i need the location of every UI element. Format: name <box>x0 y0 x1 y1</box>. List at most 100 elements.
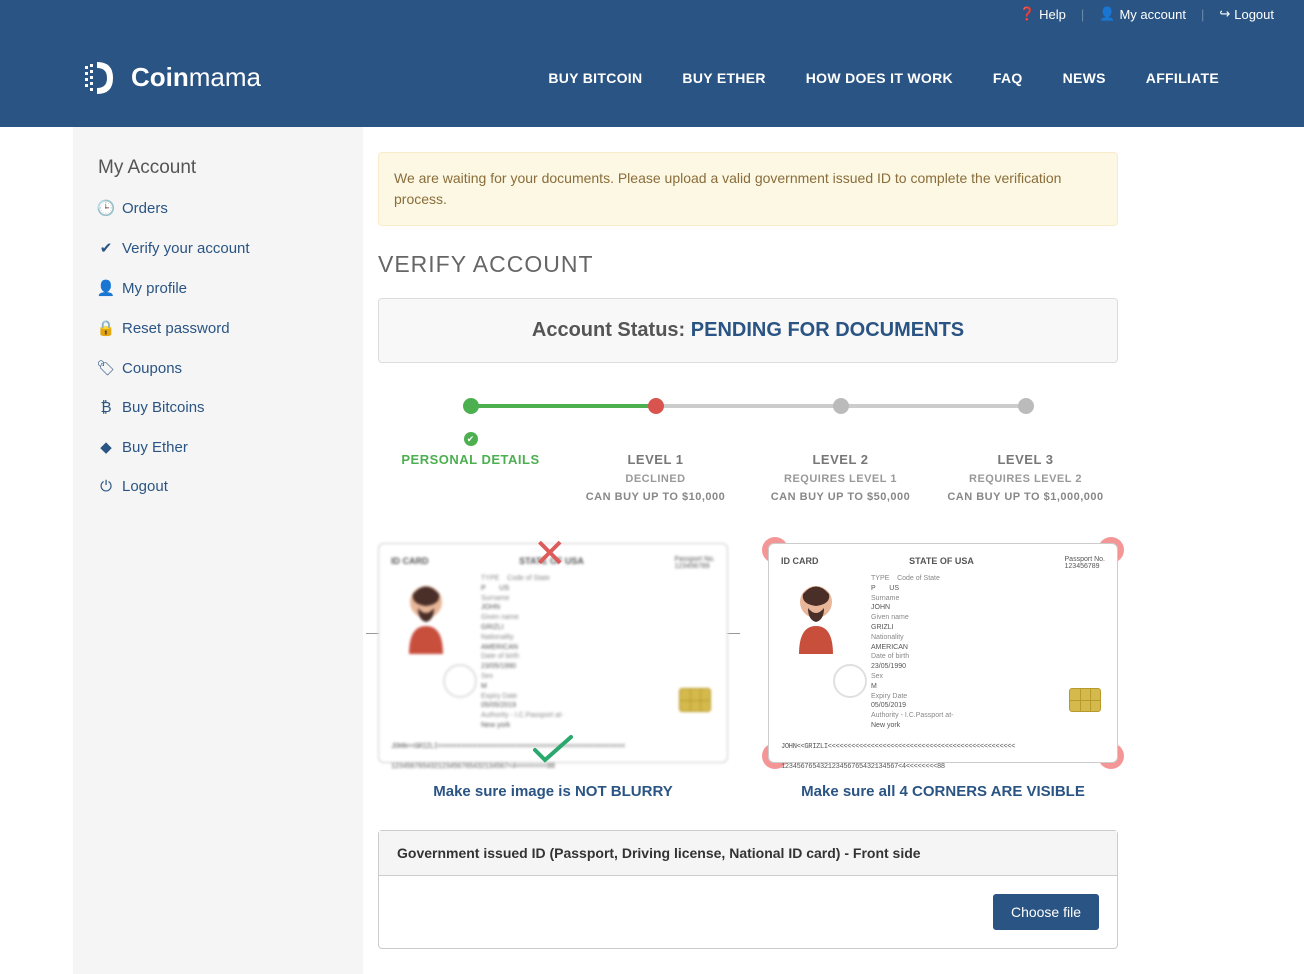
page-title: VERIFY ACCOUNT <box>378 251 1118 278</box>
step-title: LEVEL 3 <box>933 452 1118 467</box>
nav-buy-bitcoin[interactable]: BUY BITCOIN <box>548 70 642 86</box>
clock-icon: 🕒 <box>98 199 114 217</box>
step-dot <box>648 398 664 414</box>
lock-icon: 🔒 <box>98 319 114 337</box>
id-photo <box>781 574 851 654</box>
id-lbl: Passport No. <box>675 556 715 563</box>
seal-icon <box>833 664 867 698</box>
sidebar-label: My profile <box>122 280 187 297</box>
id-header-left: ID CARD <box>391 556 429 570</box>
id-header-left: ID CARD <box>781 556 819 570</box>
nav-how[interactable]: HOW DOES IT WORK <box>806 70 953 86</box>
pending-documents-alert: We are waiting for your documents. Pleas… <box>378 152 1118 226</box>
my-account-link[interactable]: 👤 My account <box>1099 6 1186 22</box>
logout-link[interactable]: ↪ Logout <box>1219 6 1274 22</box>
upload-title: Government issued ID (Passport, Driving … <box>379 831 1117 876</box>
sidebar-reset-password[interactable]: 🔒 Reset password <box>98 319 338 337</box>
step-title: LEVEL 1 <box>563 452 748 467</box>
id-examples: ✕ ID CARDSTATE OF USAPassport No.1234567… <box>378 543 1118 800</box>
sidebar-label: Verify your account <box>122 240 250 257</box>
help-label: Help <box>1039 7 1066 22</box>
status-value: PENDING FOR DOCUMENTS <box>691 319 964 341</box>
sidebar-label: Reset password <box>122 320 230 337</box>
check-icon: ✔ <box>98 239 114 257</box>
chip-icon <box>679 688 711 712</box>
main-nav: BUY BITCOIN BUY ETHER HOW DOES IT WORK F… <box>548 70 1219 86</box>
sidebar-label: Logout <box>122 478 168 495</box>
tag-icon: 🏷 <box>98 359 114 377</box>
sidebar-buy-bitcoins[interactable]: ₿ Buy Bitcoins <box>98 399 338 416</box>
sidebar-buy-ether[interactable]: ◆Buy Ether <box>98 438 338 456</box>
logo-text: Coinmama <box>131 62 261 93</box>
sidebar-label: Coupons <box>122 360 182 377</box>
id-lbl: Passport No. <box>1065 556 1105 563</box>
power-icon: ⏻ <box>98 478 114 495</box>
sidebar-title: My Account <box>98 157 338 179</box>
example-blurry: ✕ ID CARDSTATE OF USAPassport No.1234567… <box>378 543 728 800</box>
sidebar-verify[interactable]: ✔ Verify your account <box>98 239 338 257</box>
sidebar-orders[interactable]: 🕒 Orders <box>98 199 338 217</box>
step-level-2: LEVEL 2 REQUIRES LEVEL 1 CAN BUY UP TO $… <box>748 398 933 503</box>
account-status-box: Account Status: PENDING FOR DOCUMENTS <box>378 298 1118 363</box>
status-label: Account Status: <box>532 319 691 341</box>
user-icon: 👤 <box>1099 6 1115 22</box>
step-title: LEVEL 2 <box>748 452 933 467</box>
mrz-line: 123456765432123456765432134567<4<<<<<<<<… <box>781 763 1105 771</box>
verification-progress: ✔ PERSONAL DETAILS LEVEL 1 DECLINED CAN … <box>378 398 1118 503</box>
ethereum-icon: ◆ <box>98 438 114 456</box>
step-personal-details: ✔ PERSONAL DETAILS <box>378 398 563 503</box>
step-line <box>471 404 656 408</box>
example-caption: Make sure all 4 CORNERS ARE VISIBLE <box>768 783 1118 800</box>
step-level-3: LEVEL 3 REQUIRES LEVEL 2 CAN BUY UP TO $… <box>933 398 1118 503</box>
sidebar-label: Buy Bitcoins <box>122 399 205 416</box>
example-caption: Make sure image is NOT BLURRY <box>378 783 728 800</box>
help-icon: ❓ <box>1019 6 1035 22</box>
step-title: PERSONAL DETAILS <box>378 452 563 467</box>
choose-file-button[interactable]: Choose file <box>993 894 1099 930</box>
step-dot <box>1018 398 1034 414</box>
check-icon <box>533 735 573 768</box>
nav-faq[interactable]: FAQ <box>993 70 1023 86</box>
step-buy-limit: CAN BUY UP TO $10,000 <box>563 491 748 503</box>
mrz-line: JOHN<<GRIZLI<<<<<<<<<<<<<<<<<<<<<<<<<<<<… <box>781 743 1105 751</box>
step-sub: REQUIRES LEVEL 1 <box>748 473 933 485</box>
id-val: 123456789 <box>675 563 710 570</box>
step-dot <box>463 398 479 414</box>
logo[interactable]: Coinmama <box>85 58 261 98</box>
account-sidebar: My Account 🕒Orders ✔Verify your account … <box>73 127 363 974</box>
sidebar-coupons[interactable]: 🏷 Coupons <box>98 359 338 377</box>
top-utility-bar: ❓ Help | 👤 My account | ↪ Logout <box>0 0 1304 28</box>
id-card-clear: ID CARDSTATE OF USAPassport No.123456789… <box>768 543 1118 763</box>
cross-icon: ✕ <box>533 531 567 577</box>
logout-icon: ↪ <box>1219 6 1230 22</box>
my-account-label: My account <box>1119 7 1185 22</box>
nav-news[interactable]: NEWS <box>1063 70 1106 86</box>
step-buy-limit: CAN BUY UP TO $1,000,000 <box>933 491 1118 503</box>
separator: | <box>1201 7 1204 22</box>
sidebar-logout[interactable]: ⏻ Logout <box>98 478 338 495</box>
main-header: Coinmama BUY BITCOIN BUY ETHER HOW DOES … <box>0 28 1304 127</box>
bitcoin-icon: ₿ <box>98 399 114 416</box>
step-check-icon: ✔ <box>464 432 478 446</box>
main-content: We are waiting for your documents. Pleas… <box>363 127 1133 974</box>
step-dot <box>833 398 849 414</box>
sidebar-label: Orders <box>122 200 168 217</box>
chip-icon <box>1069 688 1101 712</box>
nav-affiliate[interactable]: AFFILIATE <box>1146 70 1219 86</box>
id-photo <box>391 574 461 654</box>
nav-buy-ether[interactable]: BUY ETHER <box>682 70 765 86</box>
step-sub: REQUIRES LEVEL 2 <box>933 473 1118 485</box>
seal-icon <box>443 664 477 698</box>
user-icon: 👤 <box>98 279 114 297</box>
help-link[interactable]: ❓ Help <box>1019 6 1066 22</box>
step-line <box>656 404 841 408</box>
separator: | <box>1081 7 1084 22</box>
step-buy-limit: CAN BUY UP TO $50,000 <box>748 491 933 503</box>
step-level-1: LEVEL 1 DECLINED CAN BUY UP TO $10,000 <box>563 398 748 503</box>
id-header-right: STATE OF USA <box>909 556 974 570</box>
logo-icon <box>85 58 121 98</box>
logout-label: Logout <box>1234 7 1274 22</box>
step-line <box>841 404 1026 408</box>
sidebar-profile[interactable]: 👤 My profile <box>98 279 338 297</box>
step-sub: DECLINED <box>563 473 748 485</box>
